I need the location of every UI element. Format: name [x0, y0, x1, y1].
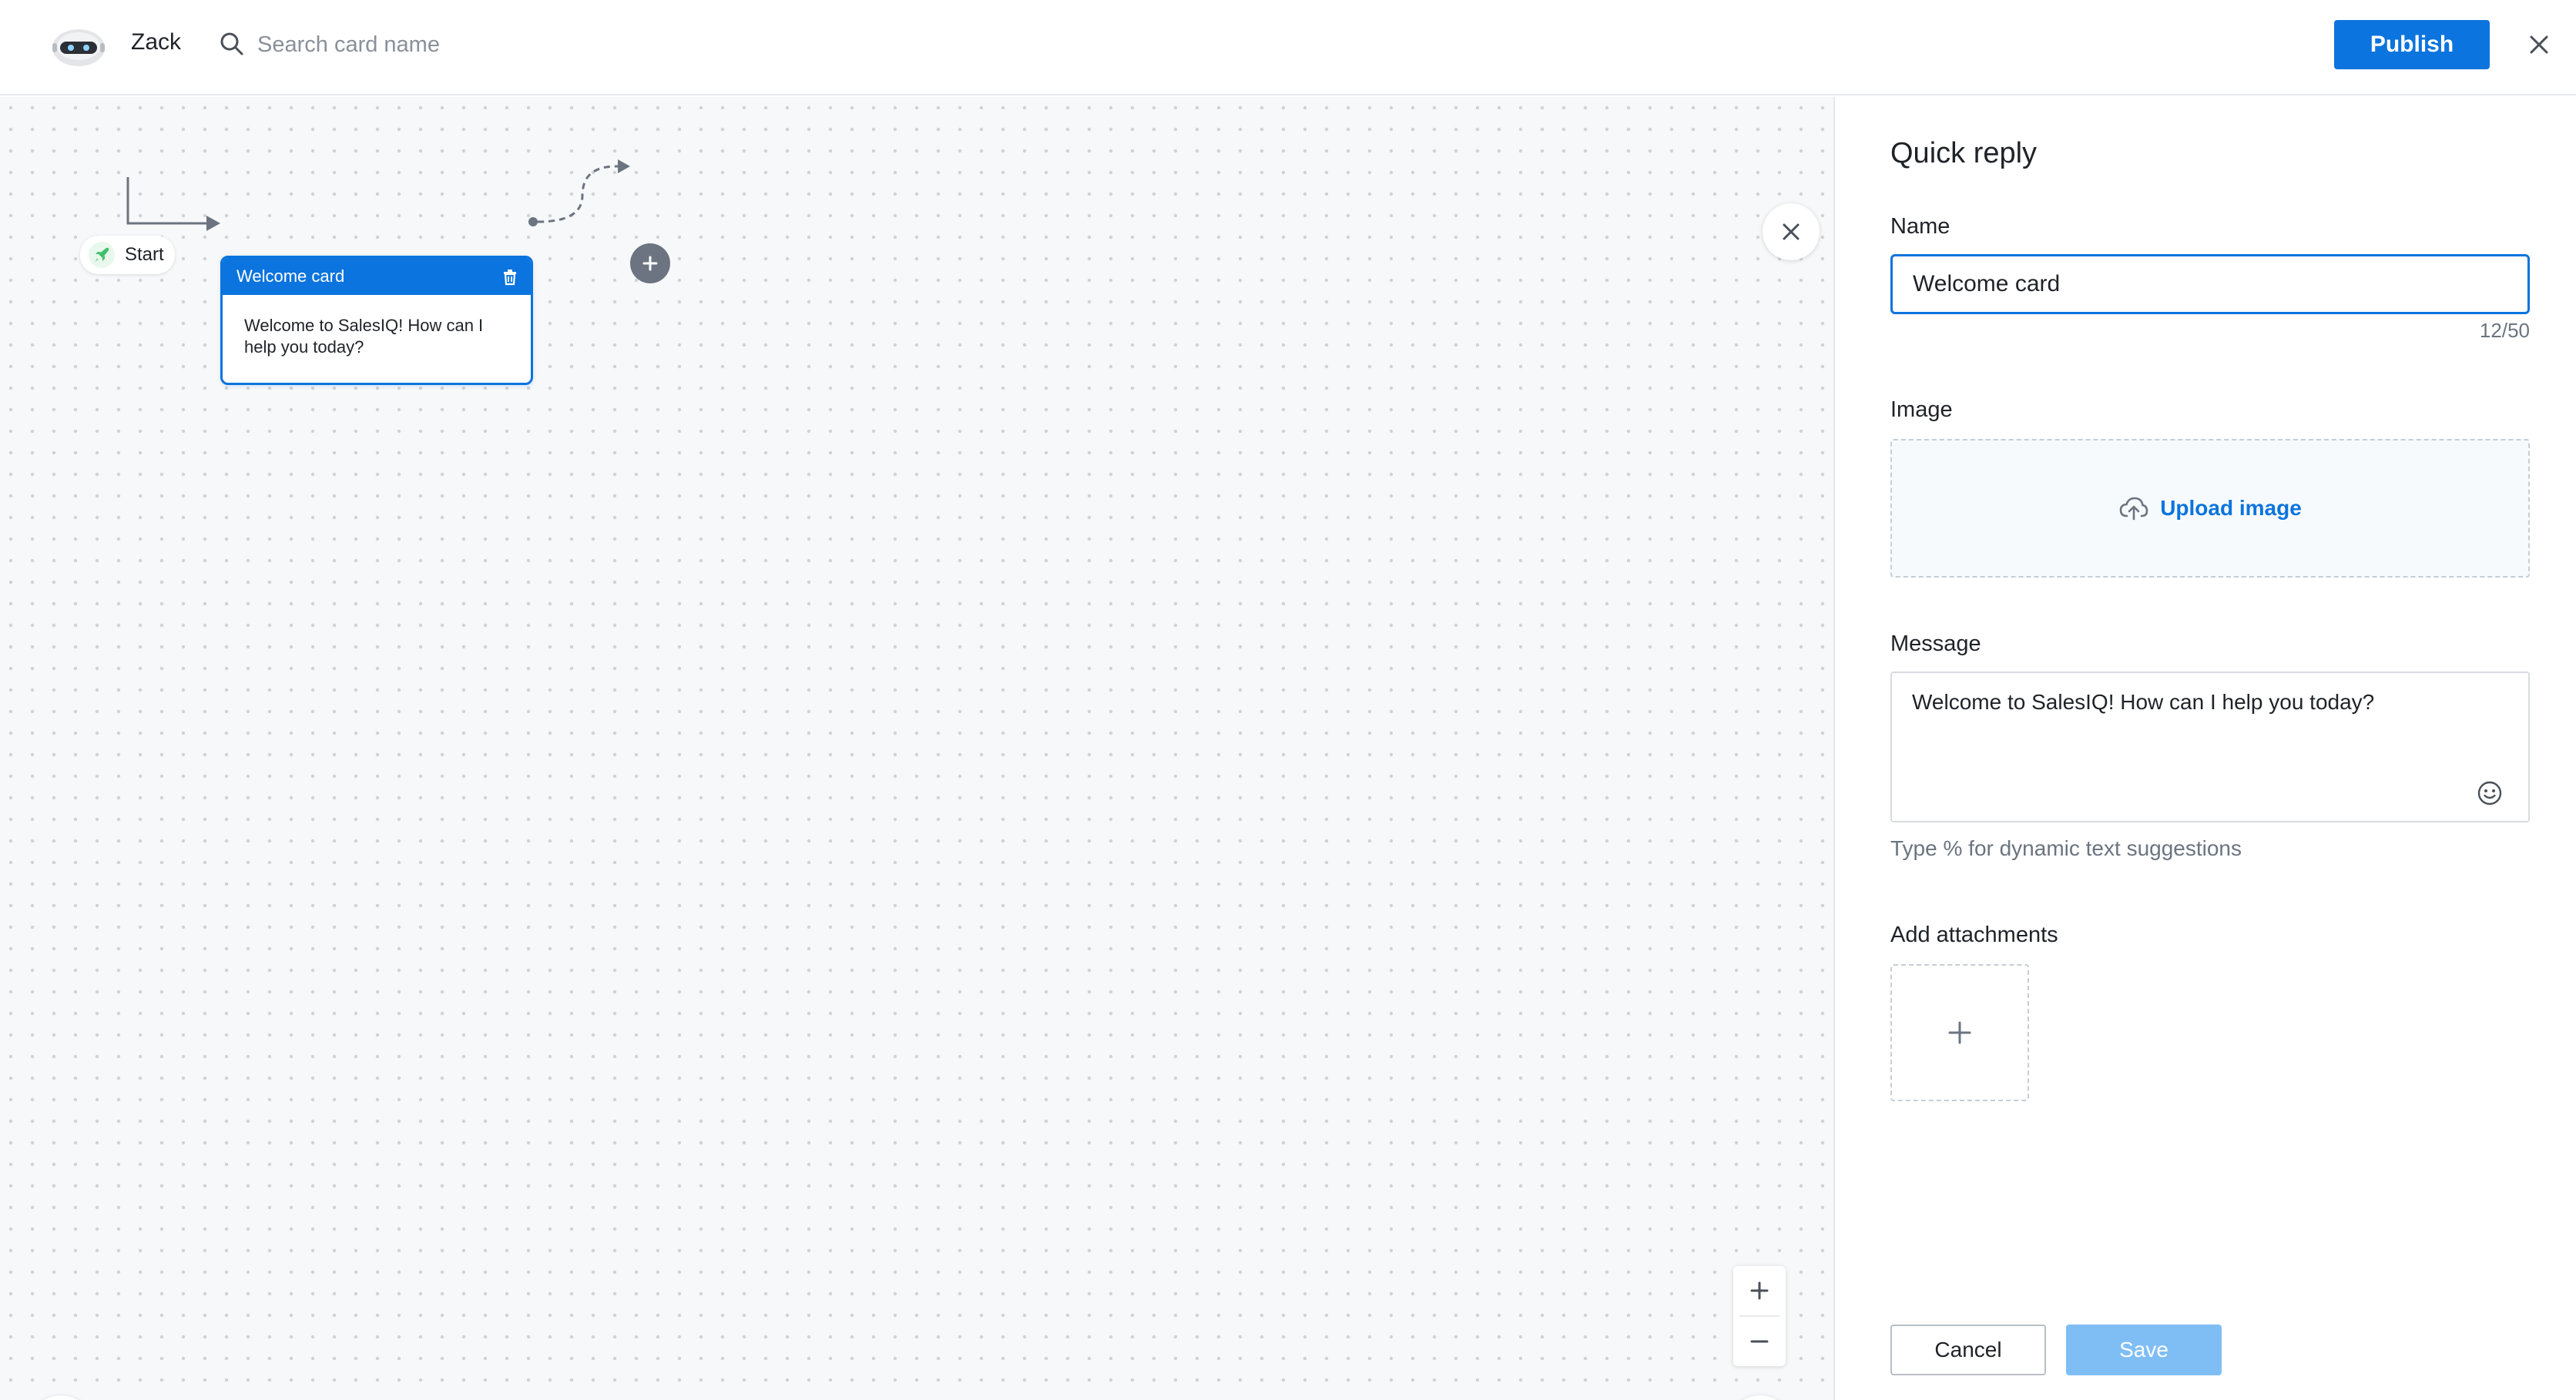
name-input[interactable]	[1890, 254, 2530, 314]
attachments-label: Add attachments	[1890, 923, 2058, 947]
card-header: Welcome card	[223, 258, 531, 295]
message-text: Welcome to SalesIQ! How can I help you t…	[1912, 690, 2375, 714]
zoom-controls	[1733, 1266, 1786, 1366]
card-title: Welcome card	[236, 266, 345, 286]
panel-title: Quick reply	[1890, 137, 2038, 169]
plus-icon	[642, 256, 658, 271]
name-char-counter: 12/50	[2479, 319, 2530, 342]
save-button[interactable]: Save	[2066, 1325, 2222, 1375]
zoom-in-button[interactable]	[1733, 1266, 1786, 1315]
message-label: Message	[1890, 631, 1981, 656]
top-header: Zack Publish	[0, 0, 2576, 95]
search-icon	[220, 32, 243, 55]
bot-name[interactable]: Zack	[131, 29, 181, 55]
zoom-out-icon	[1750, 1340, 1769, 1343]
card-body: Welcome to SalesIQ! How can I help you t…	[244, 316, 484, 357]
rocket-icon	[89, 242, 115, 268]
close-panel-button[interactable]	[1763, 203, 1820, 260]
cancel-button[interactable]: Cancel	[1890, 1325, 2046, 1375]
image-label: Image	[1890, 397, 1953, 422]
plus-icon	[1948, 1021, 1971, 1044]
zoom-in-icon	[1750, 1281, 1769, 1300]
welcome-card-node[interactable]: Welcome card Welcome to SalesIQ! How can…	[220, 256, 533, 385]
search-card-input[interactable]	[257, 23, 797, 66]
add-attachment-button[interactable]	[1890, 964, 2029, 1101]
name-label: Name	[1890, 214, 1950, 239]
message-textarea[interactable]: Welcome to SalesIQ! How can I help you t…	[1890, 672, 2530, 822]
emoji-icon[interactable]	[2476, 779, 2504, 807]
start-node[interactable]: Start	[80, 236, 175, 274]
close-icon	[1783, 223, 1800, 240]
quick-reply-panel: Quick reply Name 12/50 Image Upload imag…	[1833, 97, 2576, 1400]
flow-canvas[interactable]: Start Welcome card Welcome to SalesIQ! H…	[0, 97, 1833, 1400]
upload-image-dropzone[interactable]: Upload image	[1890, 439, 2530, 578]
upload-image-link[interactable]: Upload image	[2160, 496, 2302, 521]
trash-icon[interactable]	[500, 266, 520, 286]
start-label: Start	[125, 244, 164, 265]
cloud-upload-icon	[2119, 497, 2148, 521]
add-card-button[interactable]	[630, 243, 670, 283]
close-icon[interactable]	[2522, 28, 2556, 62]
message-hint: Type % for dynamic text suggestions	[1890, 836, 2242, 860]
robot-avatar-icon	[52, 29, 105, 66]
zoom-out-button[interactable]	[1733, 1317, 1786, 1366]
publish-button[interactable]: Publish	[2334, 20, 2490, 69]
